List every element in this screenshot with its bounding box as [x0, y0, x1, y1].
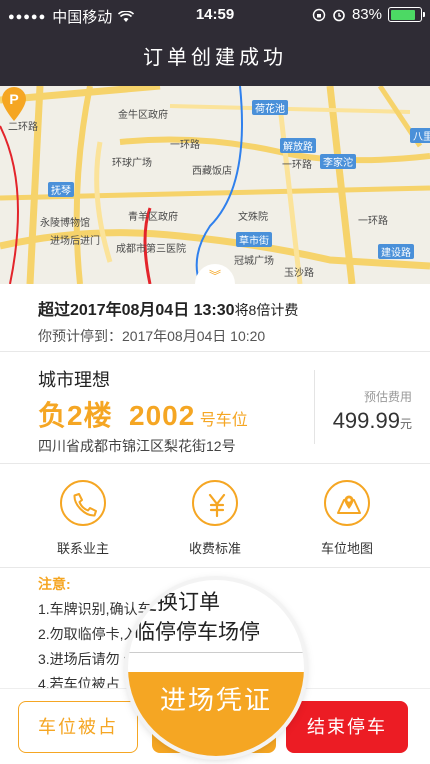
map-label: 进场后进门 — [50, 236, 100, 247]
action-label: 收费标准 — [188, 541, 241, 556]
fee-amount: 499.99元 — [333, 408, 412, 434]
map-label: 成都市第三医院 — [116, 244, 186, 255]
map-label: 荷花池 — [252, 100, 288, 115]
map-label: 抚琴 — [48, 182, 74, 197]
map-label: 草市街 — [236, 232, 272, 247]
rotation-lock-icon — [312, 8, 326, 21]
status-bar: ●●●●● 中国移动 14:59 83% — [0, 0, 430, 30]
map-label: 西藏饭店 — [192, 166, 232, 177]
fee-value: 499.99 — [332, 408, 400, 433]
map-label: 李家沱 — [320, 154, 356, 169]
yen-icon — [208, 493, 226, 518]
map-label: 建设路 — [378, 244, 414, 259]
parking-pin-icon[interactable]: P — [0, 86, 28, 122]
map-label: 永陵博物馆 — [40, 218, 90, 229]
spot-floor: 负2楼 — [38, 400, 113, 431]
map-label: 金牛区政府 — [118, 110, 168, 121]
alarm-icon — [333, 9, 345, 21]
map-label: 一环路 — [282, 160, 312, 171]
page-title: 订单创建成功 — [0, 30, 430, 86]
map-label: 文殊院 — [238, 212, 268, 223]
map-label: 一环路 — [170, 140, 200, 151]
map-view[interactable]: 金牛区政府 一环路 环球广场 西藏饭店 荷花池 解放路 李家沱 抚琴 青羊区政府… — [0, 86, 430, 284]
spot-number-suffix: 号车位 — [199, 412, 248, 429]
spot-number: 2002 — [129, 400, 196, 431]
lot-address: 四川省成都市锦江区梨花街12号 — [38, 438, 236, 454]
map-label: 玉沙路 — [284, 268, 314, 279]
lot-name: 城市理想 — [38, 370, 110, 390]
magnified-text: 临停停车场停 — [134, 621, 260, 644]
magnifier-lens: 更换订单 临停停车场停 进场凭证 — [128, 580, 304, 756]
divider — [314, 370, 315, 444]
spot-identifier: 负2楼 2002 号车位 — [38, 394, 248, 434]
fee-standard-button[interactable]: 收费标准 — [160, 480, 270, 557]
phone-icon — [73, 493, 97, 517]
battery-percent: 83% — [351, 6, 382, 23]
spot-map-button[interactable]: 车位地图 — [292, 480, 402, 557]
map-location-icon — [337, 495, 361, 514]
divider — [128, 652, 304, 653]
fee-label: 预估费用 — [363, 390, 412, 404]
map-label: 青羊区政府 — [128, 212, 178, 223]
parking-spot-card: 城市理想 负2楼 2002 号车位 四川省成都市锦江区梨花街12号 预估费用 4… — [0, 352, 430, 464]
pin-letter: P — [9, 91, 18, 107]
map-label: 一环路 — [358, 216, 388, 227]
expected-end-time: 你预计停到：2017年08月04日 10:20 — [38, 328, 266, 344]
map-label: 八里 — [410, 128, 430, 143]
spot-occupied-button[interactable]: 车位被占 — [18, 701, 138, 753]
action-label: 联系业主 — [56, 541, 109, 556]
map-label: 解放路 — [280, 138, 316, 153]
billing-time-info: 超过2017年08月04日 13:30将8倍计费 你预计停到：2017年08月0… — [0, 284, 430, 352]
entry-voucher-button[interactable]: 进场凭证 — [128, 672, 304, 756]
map-label: 环球广场 — [112, 158, 152, 169]
battery-icon — [388, 7, 425, 22]
overtime-rule: 将8倍计费 — [234, 302, 299, 318]
map-label: 冠城广场 — [234, 256, 274, 267]
action-row: 联系业主 收费标准 车位地图 — [0, 464, 430, 568]
end-parking-button[interactable]: 结束停车 — [286, 701, 408, 753]
action-label: 车位地图 — [320, 541, 373, 556]
contact-owner-button[interactable]: 联系业主 — [28, 480, 138, 557]
magnified-text: 更换订单 — [136, 591, 220, 614]
fee-unit: 元 — [399, 417, 412, 431]
overtime-deadline: 超过2017年08月04日 13:30 — [38, 302, 235, 319]
